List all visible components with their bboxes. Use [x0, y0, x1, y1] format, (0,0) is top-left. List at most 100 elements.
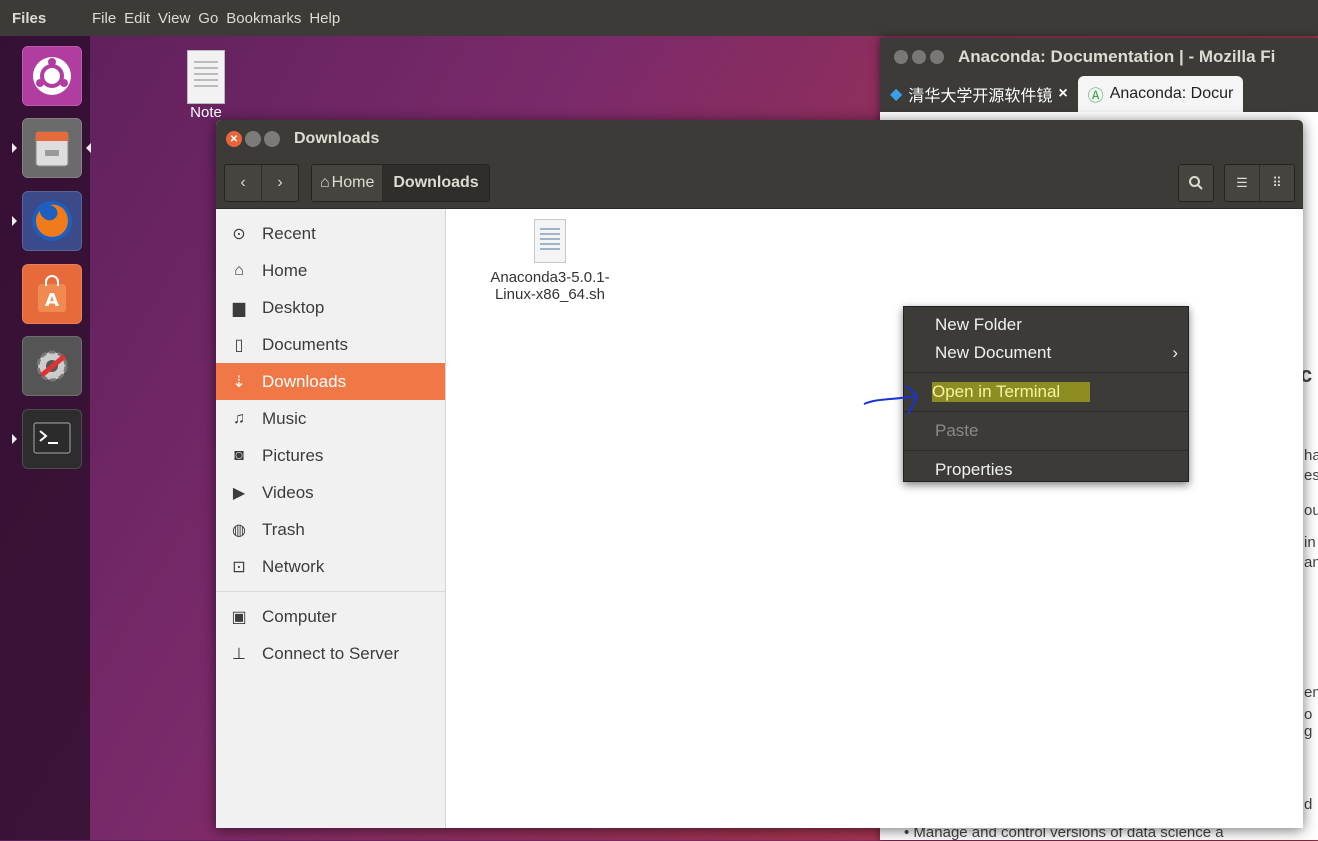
- files-body: ⊙ Recent ⌂ Home ▆ Desktop ▯ Documents ⇣ Downl…: [216, 209, 1303, 828]
- sidebar-item-recent[interactable]: ⊙ Recent: [216, 215, 445, 252]
- server-icon: ⊥: [232, 645, 246, 663]
- sidebar-item-label: Home: [262, 260, 308, 280]
- chevron-right-icon: ›: [1172, 343, 1178, 362]
- sidebar-item-pictures[interactable]: ◙ Pictures: [216, 437, 445, 474]
- list-icon: ☰: [1236, 175, 1248, 190]
- pin-icon: ◆: [890, 86, 903, 103]
- sidebar-item-connect-to-server[interactable]: ⊥ Connect to Server: [216, 635, 445, 672]
- close-button[interactable]: [894, 50, 908, 64]
- page-fragment: ha: [1304, 447, 1318, 464]
- sidebar-item-downloads[interactable]: ⇣ Downloads: [216, 363, 445, 400]
- tab-label: Anaconda: Docur: [1109, 85, 1234, 102]
- breadcrumb-current[interactable]: Downloads: [382, 165, 489, 201]
- folder-icon: ▆: [232, 299, 246, 317]
- sidebar-item-label: Videos: [262, 482, 314, 502]
- maximize-button[interactable]: [930, 50, 944, 64]
- sidebar-item-label: Trash: [262, 519, 305, 539]
- gear-wrench-icon: [36, 350, 68, 382]
- menu-edit[interactable]: Edit: [124, 10, 150, 27]
- page-fragment: en: [1304, 684, 1318, 701]
- shopping-bag-icon: A: [38, 275, 66, 312]
- page-fragment: in: [1304, 534, 1316, 551]
- video-icon: ▶: [232, 484, 246, 502]
- sidebar-item-label: Computer: [262, 606, 337, 626]
- svg-text:A: A: [45, 290, 59, 311]
- anaconda-logo-icon: Ⓐ: [1087, 88, 1104, 105]
- page-fragment: an: [1304, 554, 1318, 571]
- sidebar-item-music[interactable]: ♫ Music: [216, 400, 445, 437]
- menu-item-label: New Document: [935, 343, 1052, 362]
- chevron-left-icon: ‹: [240, 174, 246, 191]
- menu-help[interactable]: Help: [309, 10, 340, 27]
- firefox-title: Anaconda: Documentation | - Mozilla Fi: [958, 47, 1276, 66]
- tab-anaconda[interactable]: Ⓐ Anaconda: Docur: [1077, 76, 1244, 112]
- sidebar-item-network[interactable]: ⊡ Network: [216, 548, 445, 585]
- file-name-line2: Linux-x86_64.sh: [494, 286, 606, 303]
- firefox-titlebar: Anaconda: Documentation | - Mozilla Fi: [880, 38, 1318, 76]
- grid-icon: ⠿: [1272, 175, 1282, 190]
- menu-item-paste: Paste: [904, 417, 1188, 445]
- breadcrumb-current-label: Downloads: [393, 174, 479, 191]
- app-name: Files: [12, 9, 47, 27]
- running-indicator: [12, 216, 17, 226]
- search-button-group: [1178, 164, 1214, 202]
- menu-item-new-folder[interactable]: New Folder: [904, 311, 1188, 339]
- tab-label: 清华大学开源软件镜: [908, 88, 1053, 105]
- breadcrumb: ⌂ Home Downloads: [311, 164, 490, 202]
- running-indicator: [12, 434, 17, 444]
- sidebar-item-home[interactable]: ⌂ Home: [216, 252, 445, 289]
- sidebar-item-label: Pictures: [262, 445, 324, 465]
- menu-item-label: Paste: [935, 421, 979, 440]
- running-indicator: [12, 143, 17, 153]
- sidebar-item-trash[interactable]: ◍ Trash: [216, 511, 445, 548]
- software-center-launcher[interactable]: A: [22, 264, 82, 324]
- dash-button[interactable]: [22, 46, 82, 106]
- minimize-button[interactable]: [245, 131, 261, 147]
- sidebar-item-computer[interactable]: ▣ Computer: [216, 598, 445, 635]
- annotation-arrow-icon: [863, 385, 918, 415]
- sidebar-item-documents[interactable]: ▯ Documents: [216, 326, 445, 363]
- menu-go[interactable]: Go: [198, 10, 218, 27]
- menu-item-new-document[interactable]: New Document ›: [904, 339, 1188, 367]
- trash-icon: ◍: [232, 521, 246, 539]
- desktop-file-icon[interactable]: Note: [176, 50, 236, 121]
- close-button[interactable]: ✕: [226, 131, 242, 147]
- tab-tsinghua[interactable]: ◆ 清华大学开源软件镜 ×: [880, 76, 1078, 112]
- menu-item-label: Open in Terminal: [932, 382, 1091, 402]
- page-fragment: es: [1304, 467, 1318, 484]
- menu-file[interactable]: File: [92, 10, 116, 27]
- sidebar-item-label: Network: [262, 556, 325, 576]
- menu-bookmarks[interactable]: Bookmarks: [226, 10, 301, 27]
- search-button[interactable]: [1179, 165, 1213, 201]
- menu-item-open-in-terminal[interactable]: Open in Terminal: [904, 378, 1188, 406]
- clock-icon: ⊙: [232, 225, 246, 243]
- terminal-launcher[interactable]: [22, 409, 82, 469]
- list-view-button[interactable]: ☰: [1225, 165, 1259, 201]
- context-menu: New Folder New Document › Open in Termina…: [903, 306, 1189, 482]
- file-view[interactable]: Anaconda3-5.0.1- Linux-x86_64.sh: [446, 209, 1303, 828]
- breadcrumb-home[interactable]: ⌂ Home: [312, 165, 383, 201]
- files-launcher[interactable]: [22, 118, 82, 178]
- maximize-button[interactable]: [264, 131, 280, 147]
- menu-divider: [904, 411, 1188, 412]
- top-panel: Files File Edit View Go Bookmarks Help: [0, 0, 1318, 36]
- minimize-button[interactable]: [912, 50, 926, 64]
- firefox-tabbar: ◆ 清华大学开源软件镜 × Ⓐ Anaconda: Docur: [880, 76, 1318, 112]
- close-tab-icon[interactable]: ×: [1058, 85, 1067, 103]
- sidebar-item-videos[interactable]: ▶ Videos: [216, 474, 445, 511]
- sidebar-item-desktop[interactable]: ▆ Desktop: [216, 289, 445, 326]
- forward-button[interactable]: ›: [261, 165, 298, 201]
- file-item[interactable]: Anaconda3-5.0.1- Linux-x86_64.sh: [470, 219, 630, 303]
- back-button[interactable]: ‹: [225, 165, 261, 201]
- grid-view-button[interactable]: ⠿: [1259, 165, 1294, 201]
- music-icon: ♫: [233, 409, 245, 427]
- sidebar-item-label: Downloads: [262, 371, 347, 391]
- menu-item-properties[interactable]: Properties: [904, 456, 1188, 484]
- files-titlebar: ✕ Downloads: [216, 120, 1303, 158]
- menu-view[interactable]: View: [158, 10, 190, 27]
- system-settings-launcher[interactable]: [22, 336, 82, 396]
- sidebar-item-label: Desktop: [262, 297, 325, 317]
- firefox-icon: [32, 201, 72, 241]
- focus-indicator: [86, 143, 91, 153]
- firefox-launcher[interactable]: [22, 191, 82, 251]
